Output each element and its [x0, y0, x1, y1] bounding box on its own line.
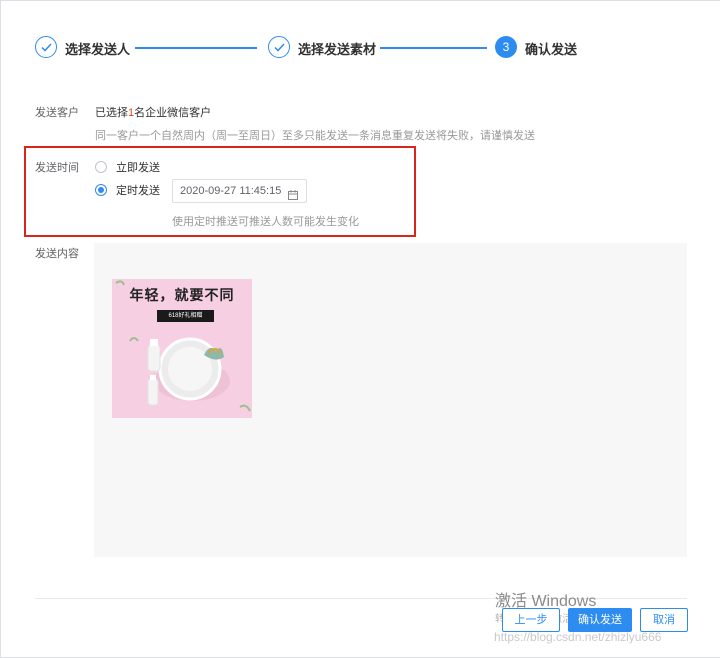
radio-send-now-label: 立即发送 — [116, 162, 160, 174]
radio-scheduled-send[interactable]: 定时发送 — [95, 182, 160, 198]
send-time-label: 发送时间 — [35, 162, 79, 174]
datetime-picker-input[interactable]: 2020-09-27 11:45:15 — [172, 179, 307, 203]
watermark: https://blog.csdn.net/zhizlyu666 — [494, 630, 662, 644]
radio-send-now[interactable]: 立即发送 — [95, 159, 160, 175]
recipients-label: 发送客户 — [35, 107, 79, 119]
step-connector — [135, 47, 257, 49]
step-connector — [380, 47, 487, 49]
material-image[interactable]: 年轻，就要不同 618好礼相赠 — [112, 279, 252, 418]
content-label: 发送内容 — [35, 248, 79, 260]
cosmetics-illustration — [115, 280, 251, 412]
radio-circle-icon — [95, 161, 107, 173]
steps-bar: 选择发送人 选择发送素材 3 确认发送 — [35, 36, 595, 60]
check-icon — [268, 36, 290, 58]
recipients-hint: 同一客户一个自然周内（周一至周日）至多只能发送一条消息重复发送将失败，请谨慎发送 — [95, 130, 535, 142]
radio-scheduled-send-label: 定时发送 — [116, 185, 160, 197]
step-3-title: 确认发送 — [525, 42, 578, 57]
radio-checked-icon — [95, 184, 107, 196]
datetime-value: 2020-09-27 11:45:15 — [180, 185, 282, 197]
check-icon — [35, 36, 57, 58]
recipients-value: 已选择1名企业微信客户 — [95, 107, 212, 119]
confirm-send-button[interactable]: 确认发送 — [568, 608, 632, 632]
step-1-title: 选择发送人 — [65, 42, 131, 57]
send-time-hint: 使用定时推送可推送人数可能发生变化 — [172, 216, 359, 228]
step-2-title: 选择发送素材 — [298, 42, 377, 57]
step-3-number: 3 — [495, 36, 517, 58]
prev-step-button[interactable]: 上一步 — [502, 608, 560, 632]
cancel-button[interactable]: 取消 — [640, 608, 688, 632]
calendar-icon[interactable] — [288, 186, 298, 208]
